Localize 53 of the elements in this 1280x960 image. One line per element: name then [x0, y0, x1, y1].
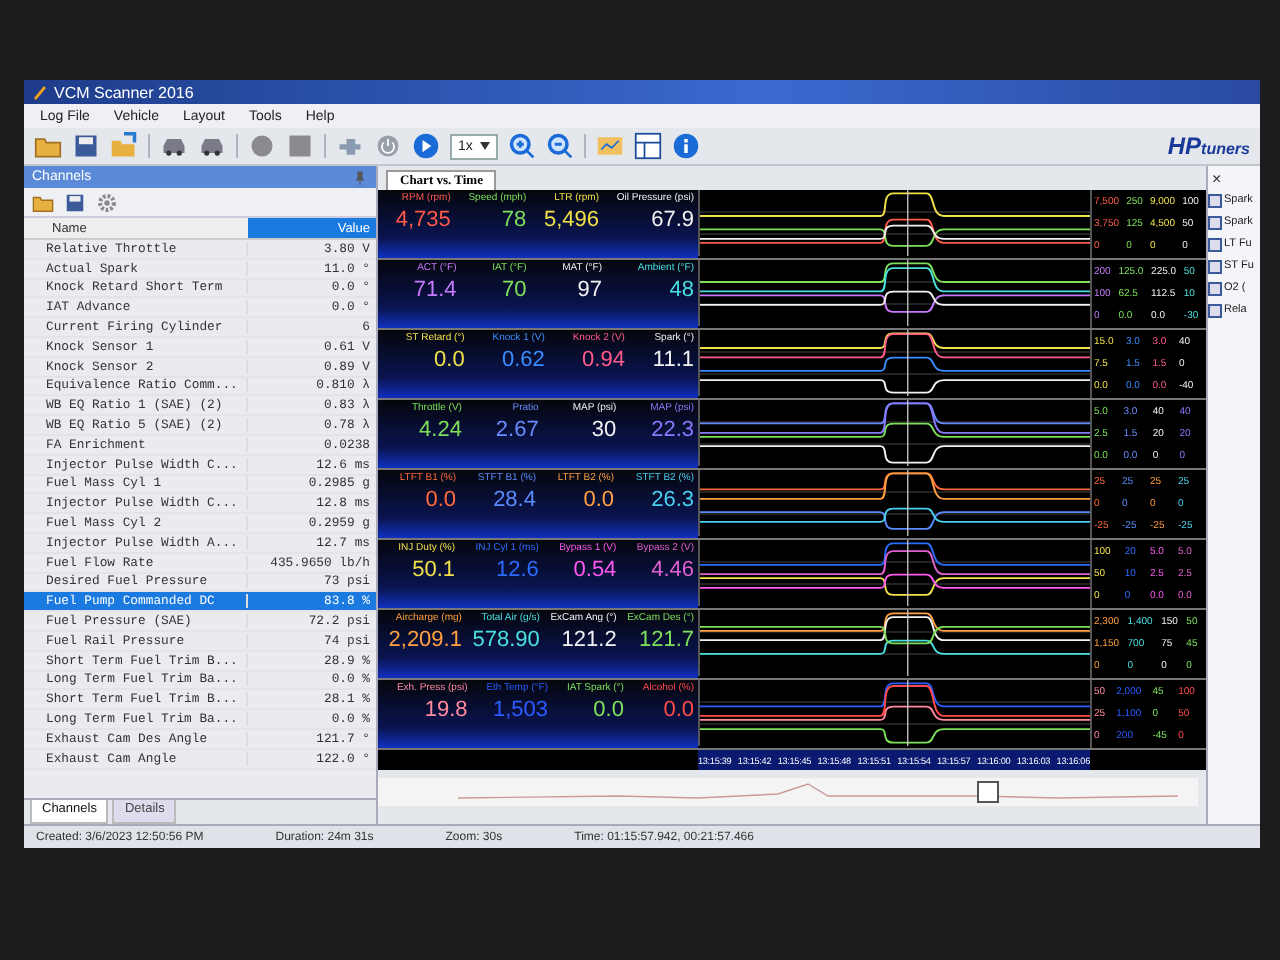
gauge-value: 0.0 — [434, 346, 465, 374]
gauge-value: 50.1 — [412, 556, 456, 584]
gauge-value: 4,735 — [395, 206, 451, 234]
gauge-value: 4.24 — [419, 416, 462, 444]
gauge-value: 48 — [669, 276, 694, 304]
stop-icon[interactable] — [286, 132, 314, 160]
gauge-value: 2.67 — [495, 416, 539, 444]
zoom-in-icon[interactable] — [508, 132, 537, 160]
close-button[interactable]: × — [1212, 170, 1222, 188]
gauge-value: 4.46 — [651, 556, 694, 584]
zoom-out-icon[interactable] — [546, 132, 575, 160]
gauge-value: 22.3 — [651, 416, 694, 444]
gauge-value: 78 — [501, 206, 527, 234]
power-icon[interactable] — [374, 132, 402, 160]
play-icon[interactable] — [412, 132, 440, 160]
folder-arrow-icon[interactable] — [110, 132, 138, 160]
gauge-value: 578.90 — [472, 626, 540, 654]
overview-track-drawing[interactable] — [378, 778, 1198, 806]
gauge-value: 0.62 — [501, 346, 545, 374]
gauge-value: 1,503 — [492, 696, 549, 724]
gauge-value: 19.8 — [424, 696, 468, 724]
save-icon[interactable] — [72, 132, 100, 160]
gauge-value: 0.0 — [663, 696, 694, 724]
gauge-value: 67.9 — [651, 206, 694, 234]
gauge-value: 2,209.1 — [388, 626, 462, 654]
gauge-value: 0.0 — [583, 486, 615, 514]
pin-icon[interactable] — [352, 169, 368, 185]
gauge-value: 70 — [502, 276, 527, 304]
brand-logo: HPtuners — [1167, 132, 1250, 160]
window-title: VCM Scanner 2016 — [54, 83, 194, 101]
gauge-value: 0.0 — [593, 696, 624, 724]
gauge-value: 0.94 — [582, 346, 625, 374]
settings-icon[interactable] — [96, 191, 118, 213]
info-icon[interactable] — [672, 132, 701, 160]
gauge-value: 97 — [577, 276, 602, 304]
app-icon — [32, 84, 48, 100]
gauge-value: 0.0 — [425, 486, 457, 514]
save-icon[interactable] — [64, 191, 86, 213]
gauge-value: 28.4 — [493, 486, 536, 514]
record-icon[interactable] — [248, 132, 276, 160]
gauge-value: 5,496 — [543, 206, 600, 234]
gauge-value: 26.3 — [651, 486, 694, 514]
chart-icon[interactable] — [596, 132, 625, 160]
gauge-value: 0.54 — [573, 556, 617, 584]
folder-icon[interactable] — [34, 132, 62, 160]
gauge-value: 121.7 — [638, 626, 694, 654]
caret-icon — [480, 142, 491, 150]
gauge-value: 121.2 — [561, 626, 617, 654]
gauge-value: 11.1 — [652, 346, 694, 374]
layout-icon[interactable] — [634, 132, 663, 160]
gauge-value: 71.4 — [413, 276, 457, 304]
gauge-value: 30 — [591, 416, 617, 444]
gauge-value: 12.6 — [495, 556, 539, 584]
